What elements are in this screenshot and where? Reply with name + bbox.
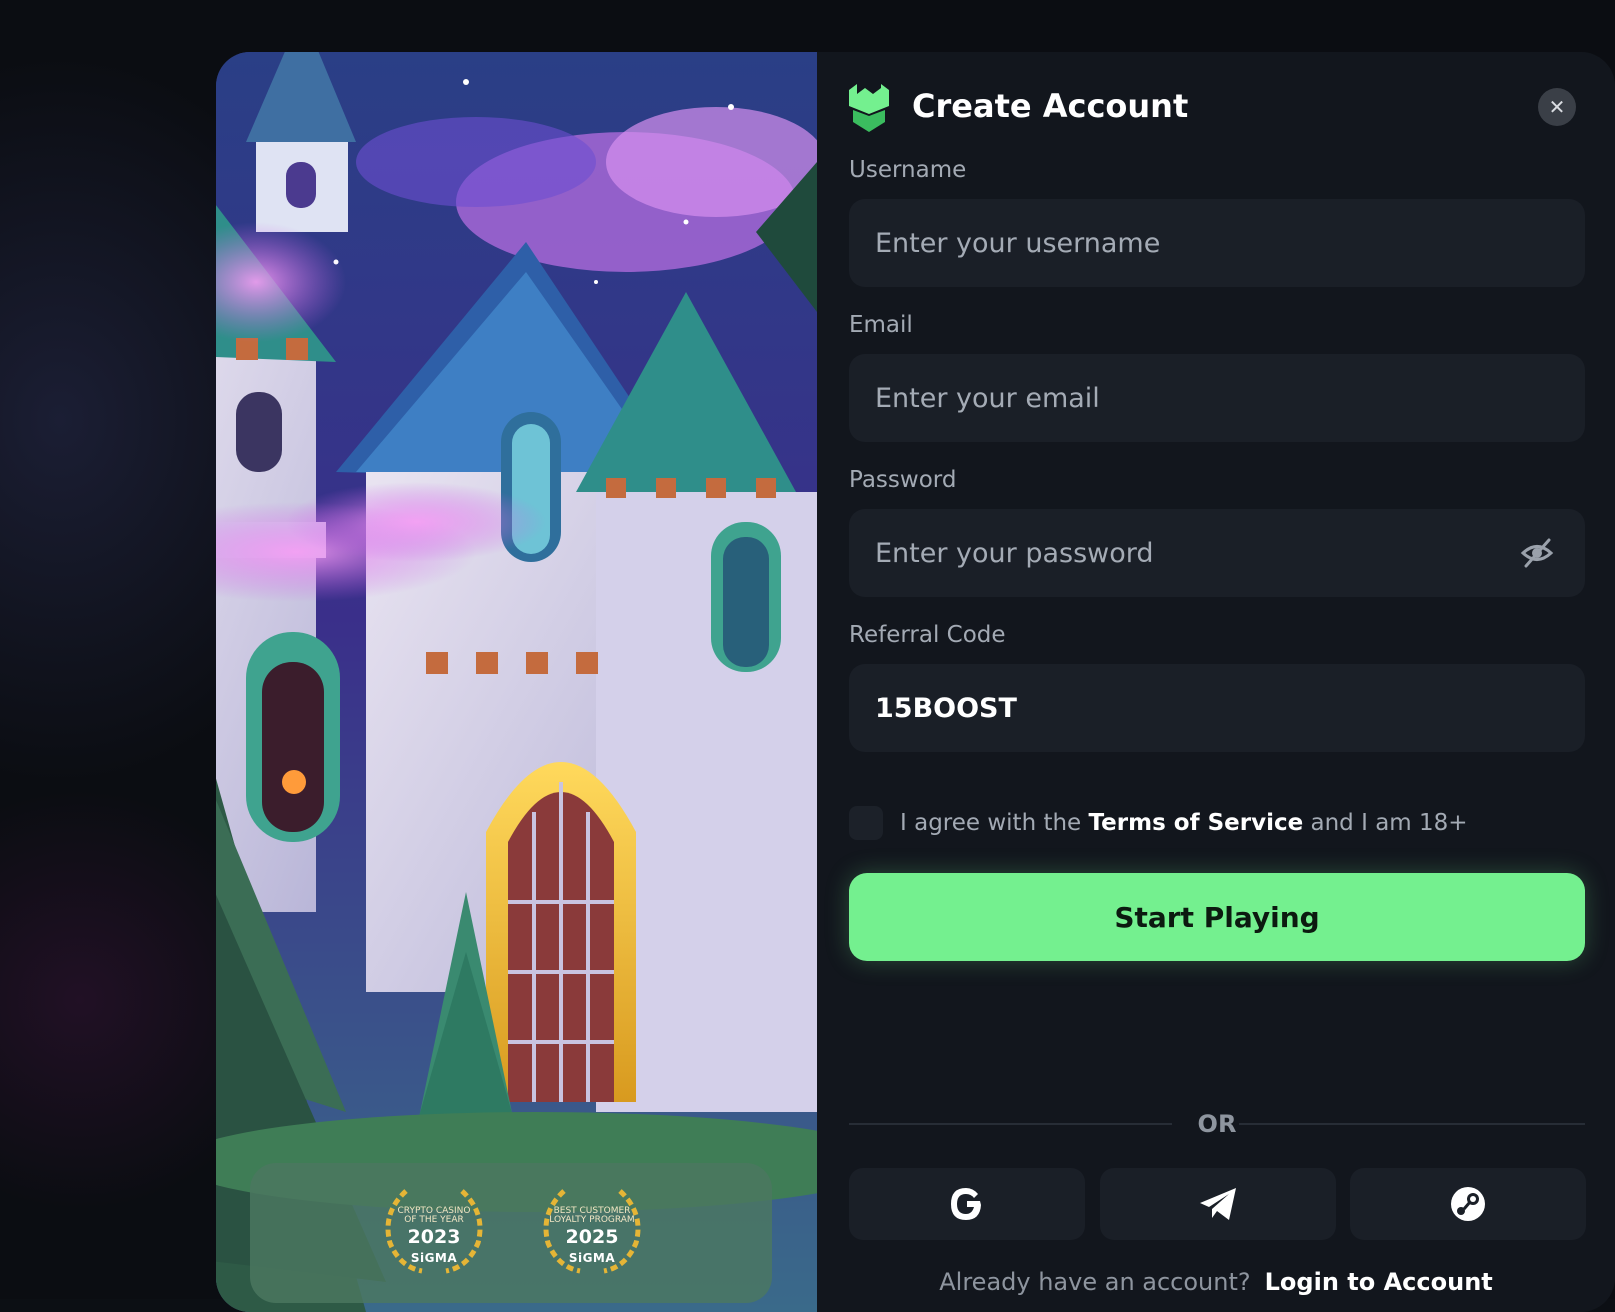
login-question: Already have an account?: [939, 1268, 1251, 1296]
awards-banner: CRYPTO CASINO OF THE YEAR 2023 SiGMA BEST…: [250, 1163, 772, 1303]
username-label: Username: [849, 157, 967, 183]
terms-link[interactable]: Terms of Service: [1089, 810, 1304, 836]
steam-icon: [1451, 1187, 1485, 1221]
referral-field[interactable]: [849, 664, 1585, 752]
award-title: CRYPTO CASINO OF THE YEAR: [397, 1206, 471, 1225]
award-year: 2025: [565, 1226, 619, 1248]
signup-form: Create Account ✕ Username Email Password…: [817, 52, 1615, 1312]
password-label: Password: [849, 467, 957, 493]
award-org: SiGMA: [410, 1251, 458, 1265]
eye-off-icon[interactable]: [1520, 536, 1554, 570]
page-title: Create Account: [912, 87, 1189, 125]
password-input[interactable]: [849, 509, 1585, 597]
close-button[interactable]: ✕: [1538, 88, 1576, 126]
username-field[interactable]: [849, 199, 1585, 287]
steam-login-button[interactable]: [1350, 1168, 1586, 1240]
login-link[interactable]: Login to Account: [1265, 1268, 1493, 1296]
award-year: 2023: [407, 1226, 461, 1248]
email-label: Email: [849, 312, 913, 338]
award-title: BEST CUSTOMER LOYALTY PROGRAM: [549, 1206, 635, 1225]
castle-illustration: [216, 52, 817, 1312]
email-field[interactable]: [849, 354, 1585, 442]
award-badge: CRYPTO CASINO OF THE YEAR 2023 SiGMA: [376, 1183, 492, 1275]
award-badge: BEST CUSTOMER LOYALTY PROGRAM 2025 SiGMA: [534, 1183, 650, 1275]
google-icon: [951, 1188, 981, 1220]
brand-logo-icon: [849, 84, 889, 132]
close-icon: ✕: [1548, 95, 1566, 119]
or-divider: OR: [1197, 1110, 1237, 1138]
divider-line-left: [849, 1123, 1172, 1125]
email-input[interactable]: [849, 354, 1585, 442]
castle-artwork: CRYPTO CASINO OF THE YEAR 2023 SiGMA BEST…: [216, 52, 817, 1312]
terms-suffix: and I am 18+: [1310, 810, 1468, 836]
referral-label: Referral Code: [849, 622, 1006, 648]
terms-text: I agree with the Terms of Service and I …: [900, 807, 1468, 839]
terms-checkbox[interactable]: [849, 806, 883, 840]
password-field[interactable]: [849, 509, 1585, 597]
terms-prefix: I agree with the: [900, 810, 1082, 836]
google-login-button[interactable]: [849, 1168, 1085, 1240]
signup-modal: CRYPTO CASINO OF THE YEAR 2023 SiGMA BEST…: [216, 52, 1615, 1312]
award-org: SiGMA: [568, 1251, 616, 1265]
referral-input[interactable]: [849, 664, 1585, 752]
start-playing-button[interactable]: Start Playing: [849, 873, 1585, 961]
telegram-icon: [1200, 1188, 1236, 1220]
divider-line-right: [1239, 1123, 1585, 1125]
username-input[interactable]: [849, 199, 1585, 287]
telegram-login-button[interactable]: [1100, 1168, 1336, 1240]
login-prompt: Already have an account? Login to Account: [817, 1264, 1615, 1300]
